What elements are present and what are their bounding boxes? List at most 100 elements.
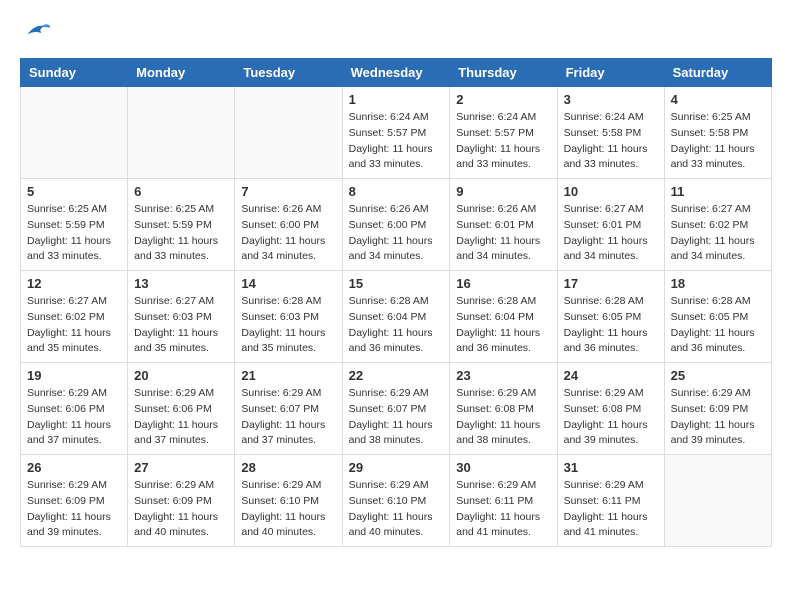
calendar-cell: 28 Sunrise: 6:29 AM Sunset: 6:10 PM Dayli… — [235, 455, 342, 547]
calendar-cell: 12Sunrise: 6:27 AM Sunset: 6:02 PM Dayli… — [21, 271, 128, 363]
calendar-cell: 25Sunrise: 6:29 AM Sunset: 6:09 PM Dayli… — [664, 363, 771, 455]
day-number: 6 — [134, 184, 228, 199]
day-info: Sunrise: 6:28 AM Sunset: 6:04 PM Dayligh… — [349, 294, 444, 357]
day-info: Sunrise: 6:24 AM Sunset: 5:57 PM Dayligh… — [349, 110, 444, 173]
calendar-cell: 15 Sunrise: 6:28 AM Sunset: 6:04 PM Dayli… — [342, 271, 450, 363]
day-info: Sunrise: 6:29 AM Sunset: 6:06 PM Dayligh… — [134, 386, 228, 449]
calendar-header-row: SundayMondayTuesdayWednesdayThursdayFrid… — [21, 59, 772, 87]
day-number: 10 — [564, 184, 658, 199]
calendar-cell: 9Sunrise: 6:26 AM Sunset: 6:01 PM Daylig… — [450, 179, 557, 271]
week-row-5: 26 Sunrise: 6:29 AM Sunset: 6:09 PM Dayli… — [21, 455, 772, 547]
calendar-cell: 13Sunrise: 6:27 AM Sunset: 6:03 PM Dayli… — [128, 271, 235, 363]
calendar-cell: 1 Sunrise: 6:24 AM Sunset: 5:57 PM Daylig… — [342, 87, 450, 179]
page-header — [20, 20, 772, 42]
column-header-sunday: Sunday — [21, 59, 128, 87]
day-info: Sunrise: 6:27 AM Sunset: 6:01 PM Dayligh… — [564, 202, 658, 265]
calendar-cell: 4 Sunrise: 6:25 AM Sunset: 5:58 PM Daylig… — [664, 87, 771, 179]
column-header-monday: Monday — [128, 59, 235, 87]
day-number: 9 — [456, 184, 550, 199]
day-number: 28 — [241, 460, 335, 475]
day-number: 24 — [564, 368, 658, 383]
calendar-cell: 23 Sunrise: 6:29 AM Sunset: 6:08 PM Dayli… — [450, 363, 557, 455]
calendar-cell: 26 Sunrise: 6:29 AM Sunset: 6:09 PM Dayli… — [21, 455, 128, 547]
calendar-cell: 8 Sunrise: 6:26 AM Sunset: 6:00 PM Daylig… — [342, 179, 450, 271]
logo — [20, 20, 52, 42]
day-number: 20 — [134, 368, 228, 383]
day-number: 17 — [564, 276, 658, 291]
calendar-cell: 16 Sunrise: 6:28 AM Sunset: 6:04 PM Dayli… — [450, 271, 557, 363]
day-info: Sunrise: 6:29 AM Sunset: 6:07 PM Dayligh… — [349, 386, 444, 449]
day-number: 26 — [27, 460, 121, 475]
day-info: Sunrise: 6:29 AM Sunset: 6:06 PM Dayligh… — [27, 386, 121, 449]
day-number: 15 — [349, 276, 444, 291]
calendar-cell: 31 Sunrise: 6:29 AM Sunset: 6:11 PM Dayli… — [557, 455, 664, 547]
day-number: 1 — [349, 92, 444, 107]
day-number: 21 — [241, 368, 335, 383]
day-info: Sunrise: 6:29 AM Sunset: 6:08 PM Dayligh… — [564, 386, 658, 449]
day-info: Sunrise: 6:29 AM Sunset: 6:11 PM Dayligh… — [456, 478, 550, 541]
calendar-cell: 7Sunrise: 6:26 AM Sunset: 6:00 PM Daylig… — [235, 179, 342, 271]
day-info: Sunrise: 6:25 AM Sunset: 5:59 PM Dayligh… — [27, 202, 121, 265]
day-number: 31 — [564, 460, 658, 475]
calendar-cell: 18 Sunrise: 6:28 AM Sunset: 6:05 PM Dayli… — [664, 271, 771, 363]
day-number: 2 — [456, 92, 550, 107]
calendar-cell: 3 Sunrise: 6:24 AM Sunset: 5:58 PM Daylig… — [557, 87, 664, 179]
calendar-cell — [664, 455, 771, 547]
day-info: Sunrise: 6:29 AM Sunset: 6:11 PM Dayligh… — [564, 478, 658, 541]
calendar-cell: 6 Sunrise: 6:25 AM Sunset: 5:59 PM Daylig… — [128, 179, 235, 271]
day-number: 29 — [349, 460, 444, 475]
day-info: Sunrise: 6:29 AM Sunset: 6:08 PM Dayligh… — [456, 386, 550, 449]
calendar-cell: 21Sunrise: 6:29 AM Sunset: 6:07 PM Dayli… — [235, 363, 342, 455]
calendar-cell: 17Sunrise: 6:28 AM Sunset: 6:05 PM Dayli… — [557, 271, 664, 363]
calendar-cell: 14Sunrise: 6:28 AM Sunset: 6:03 PM Dayli… — [235, 271, 342, 363]
day-number: 4 — [671, 92, 765, 107]
week-row-3: 12Sunrise: 6:27 AM Sunset: 6:02 PM Dayli… — [21, 271, 772, 363]
calendar-cell: 5 Sunrise: 6:25 AM Sunset: 5:59 PM Daylig… — [21, 179, 128, 271]
week-row-2: 5 Sunrise: 6:25 AM Sunset: 5:59 PM Daylig… — [21, 179, 772, 271]
calendar-cell: 22Sunrise: 6:29 AM Sunset: 6:07 PM Dayli… — [342, 363, 450, 455]
calendar-cell: 24 Sunrise: 6:29 AM Sunset: 6:08 PM Dayli… — [557, 363, 664, 455]
day-number: 19 — [27, 368, 121, 383]
day-number: 30 — [456, 460, 550, 475]
day-number: 27 — [134, 460, 228, 475]
day-info: Sunrise: 6:29 AM Sunset: 6:09 PM Dayligh… — [134, 478, 228, 541]
day-info: Sunrise: 6:29 AM Sunset: 6:10 PM Dayligh… — [349, 478, 444, 541]
calendar-cell — [21, 87, 128, 179]
calendar-table: SundayMondayTuesdayWednesdayThursdayFrid… — [20, 58, 772, 547]
day-info: Sunrise: 6:27 AM Sunset: 6:02 PM Dayligh… — [27, 294, 121, 357]
day-info: Sunrise: 6:24 AM Sunset: 5:57 PM Dayligh… — [456, 110, 550, 173]
week-row-4: 19 Sunrise: 6:29 AM Sunset: 6:06 PM Dayli… — [21, 363, 772, 455]
day-number: 23 — [456, 368, 550, 383]
day-info: Sunrise: 6:25 AM Sunset: 5:59 PM Dayligh… — [134, 202, 228, 265]
logo-bird-icon — [24, 20, 52, 42]
day-info: Sunrise: 6:26 AM Sunset: 6:00 PM Dayligh… — [349, 202, 444, 265]
calendar-cell: 29 Sunrise: 6:29 AM Sunset: 6:10 PM Dayli… — [342, 455, 450, 547]
calendar-cell: 11Sunrise: 6:27 AM Sunset: 6:02 PM Dayli… — [664, 179, 771, 271]
column-header-thursday: Thursday — [450, 59, 557, 87]
day-number: 13 — [134, 276, 228, 291]
day-number: 8 — [349, 184, 444, 199]
day-info: Sunrise: 6:28 AM Sunset: 6:04 PM Dayligh… — [456, 294, 550, 357]
day-number: 5 — [27, 184, 121, 199]
day-number: 16 — [456, 276, 550, 291]
day-info: Sunrise: 6:28 AM Sunset: 6:05 PM Dayligh… — [671, 294, 765, 357]
day-info: Sunrise: 6:29 AM Sunset: 6:10 PM Dayligh… — [241, 478, 335, 541]
column-header-tuesday: Tuesday — [235, 59, 342, 87]
column-header-saturday: Saturday — [664, 59, 771, 87]
calendar-cell: 30 Sunrise: 6:29 AM Sunset: 6:11 PM Dayli… — [450, 455, 557, 547]
day-info: Sunrise: 6:27 AM Sunset: 6:02 PM Dayligh… — [671, 202, 765, 265]
day-info: Sunrise: 6:26 AM Sunset: 6:00 PM Dayligh… — [241, 202, 335, 265]
column-header-friday: Friday — [557, 59, 664, 87]
day-info: Sunrise: 6:29 AM Sunset: 6:09 PM Dayligh… — [27, 478, 121, 541]
day-info: Sunrise: 6:25 AM Sunset: 5:58 PM Dayligh… — [671, 110, 765, 173]
day-number: 3 — [564, 92, 658, 107]
calendar-cell: 10 Sunrise: 6:27 AM Sunset: 6:01 PM Dayli… — [557, 179, 664, 271]
day-info: Sunrise: 6:24 AM Sunset: 5:58 PM Dayligh… — [564, 110, 658, 173]
column-header-wednesday: Wednesday — [342, 59, 450, 87]
calendar-cell: 20 Sunrise: 6:29 AM Sunset: 6:06 PM Dayli… — [128, 363, 235, 455]
day-number: 18 — [671, 276, 765, 291]
day-number: 25 — [671, 368, 765, 383]
calendar-cell — [128, 87, 235, 179]
calendar-cell: 19 Sunrise: 6:29 AM Sunset: 6:06 PM Dayli… — [21, 363, 128, 455]
calendar-cell: 2 Sunrise: 6:24 AM Sunset: 5:57 PM Daylig… — [450, 87, 557, 179]
